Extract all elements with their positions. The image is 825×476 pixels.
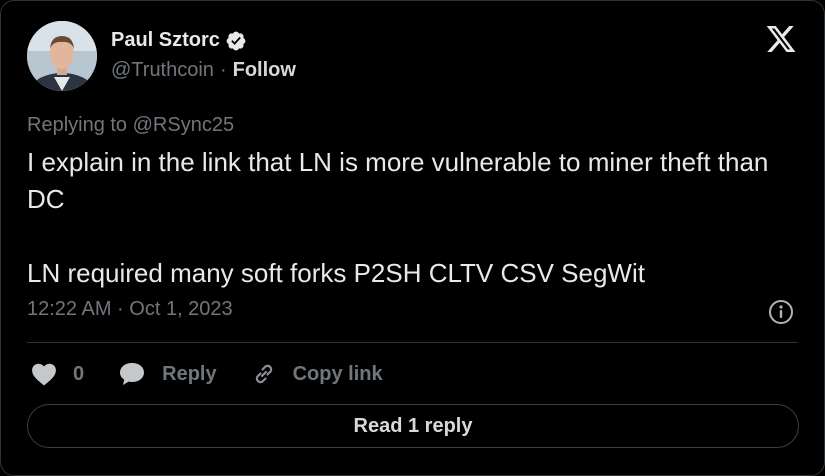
copy-link-label: Copy link: [292, 362, 383, 385]
reply-label: Reply: [162, 362, 217, 385]
verified-badge-icon: [226, 31, 246, 50]
replying-prefix: Replying to: [27, 114, 128, 136]
divider: [27, 342, 798, 343]
reply-bubble-icon: [120, 363, 145, 385]
like-count: 0: [73, 362, 85, 385]
x-logo-icon[interactable]: [764, 23, 798, 55]
author-name[interactable]: Paul Sztorc: [111, 29, 220, 52]
tweet-timestamp[interactable]: 12:22 AM · Oct 1, 2023: [27, 298, 233, 321]
follow-button[interactable]: Follow: [233, 59, 296, 82]
avatar[interactable]: [27, 21, 97, 91]
replying-to-line: Replying to @RSync25: [27, 114, 234, 137]
link-icon: [255, 364, 272, 384]
reply-button[interactable]: Reply: [118, 361, 217, 387]
action-bar: 0 Reply Copy link: [31, 359, 417, 389]
author-name-row: Paul Sztorc: [111, 29, 247, 52]
copy-link-button[interactable]: Copy link: [251, 361, 383, 387]
replying-mention-link[interactable]: @RSync25: [133, 114, 234, 136]
author-handle[interactable]: @Truthcoin: [111, 59, 214, 82]
info-icon[interactable]: [768, 299, 794, 325]
heart-icon: [32, 363, 56, 386]
read-replies-button[interactable]: Read 1 reply: [27, 404, 799, 448]
read-replies-label: Read 1 reply: [353, 414, 473, 437]
tweet-text: I explain in the link that LN is more vu…: [27, 147, 769, 288]
author-handle-row: @Truthcoin · Follow: [111, 59, 296, 82]
tweet-card: Paul Sztorc @Truthcoin · Follow Replying…: [0, 0, 825, 476]
handle-separator: ·: [219, 59, 227, 81]
like-button[interactable]: 0: [31, 362, 84, 386]
